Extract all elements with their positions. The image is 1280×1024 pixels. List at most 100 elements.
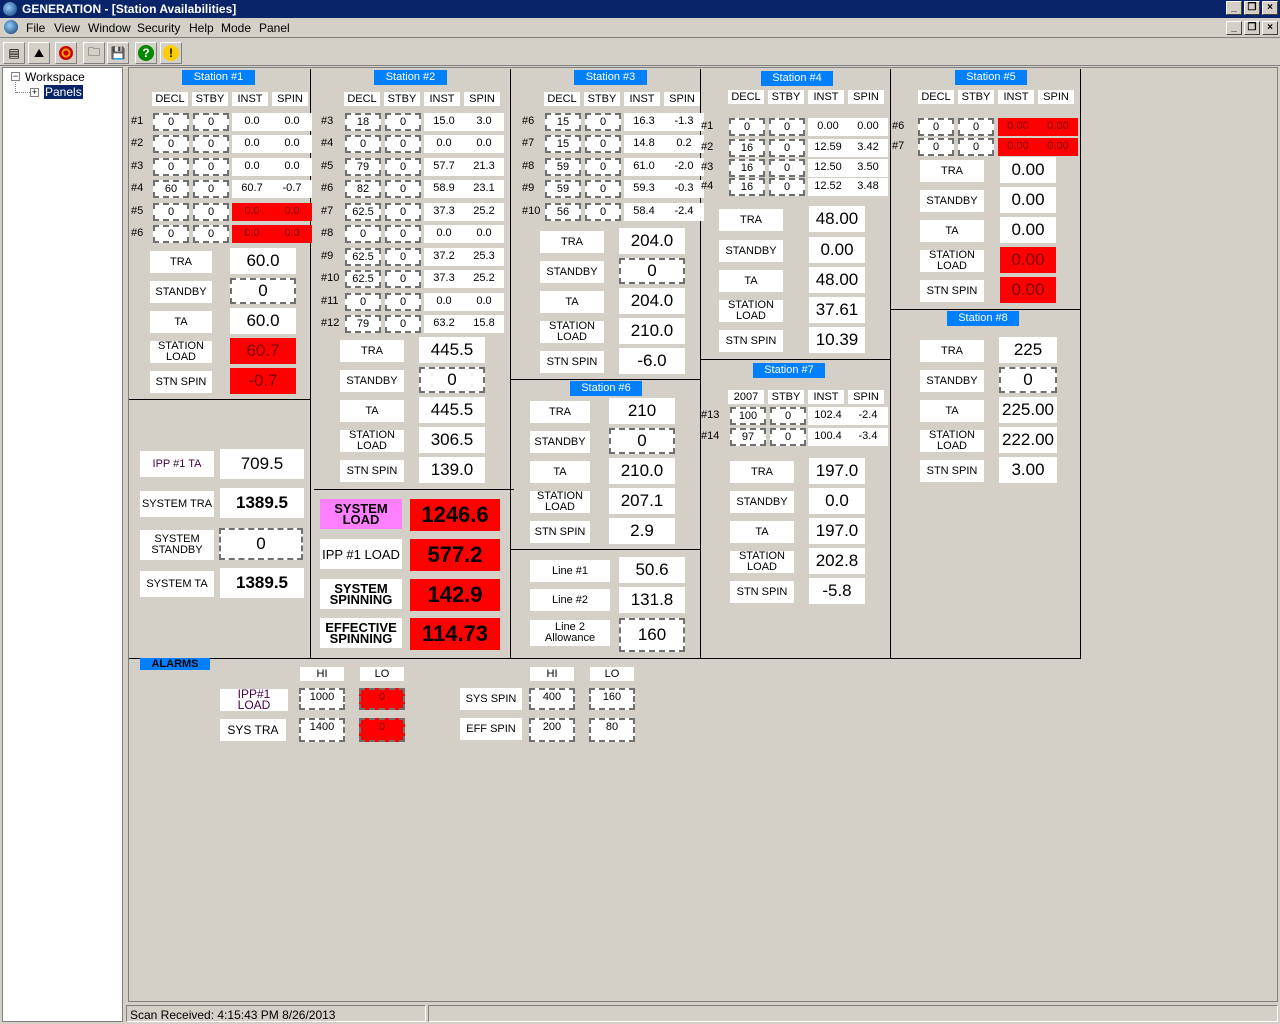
- alarm-eff-lo-field[interactable]: 80: [589, 718, 635, 742]
- child-minimize-button[interactable]: _: [1226, 21, 1242, 35]
- menu-mode[interactable]: Mode: [221, 21, 251, 35]
- alarm-tra-lo-field[interactable]: 0: [359, 718, 405, 742]
- menu-view[interactable]: View: [54, 21, 80, 35]
- help-icon[interactable]: ?: [135, 42, 157, 64]
- workspace-icon[interactable]: ▤: [3, 42, 25, 64]
- restore-button[interactable]: ❐: [1244, 1, 1260, 15]
- unit-stby-field[interactable]: 0: [193, 113, 229, 131]
- menu-help[interactable]: Help: [189, 21, 214, 35]
- station6-standby-value[interactable]: 0: [609, 428, 675, 454]
- menu-file[interactable]: File: [26, 21, 45, 35]
- unit-stby-field[interactable]: 0: [193, 135, 229, 153]
- unit-decl-field[interactable]: 62.5: [345, 203, 381, 221]
- unit-decl-field[interactable]: 59: [545, 158, 581, 176]
- chart-icon[interactable]: ⛰: [28, 42, 50, 64]
- unit-decl-field[interactable]: 79: [345, 315, 381, 333]
- target-icon[interactable]: [55, 42, 77, 64]
- child-close-button[interactable]: ×: [1262, 21, 1278, 35]
- open-folder-icon[interactable]: 🗀: [83, 42, 105, 64]
- unit-decl-field[interactable]: 15: [545, 113, 581, 131]
- unit-decl-field[interactable]: 0: [345, 135, 381, 153]
- tree-item-panels[interactable]: Panels: [43, 84, 84, 100]
- alarm-spin-hi-field[interactable]: 400: [529, 688, 575, 710]
- station2-standby-value[interactable]: 0: [419, 367, 485, 393]
- unit-decl-field[interactable]: 0: [153, 135, 189, 153]
- save-icon[interactable]: 💾: [107, 42, 129, 64]
- unit-stby-field[interactable]: 0: [769, 159, 805, 177]
- menu-security[interactable]: Security: [137, 21, 180, 35]
- alarm-ipp-lo-field[interactable]: 0: [359, 688, 405, 710]
- unit-stby-field[interactable]: 0: [585, 158, 621, 176]
- unit-stby-field[interactable]: 0: [585, 135, 621, 153]
- child-app-icon[interactable]: [4, 20, 18, 34]
- menu-panel[interactable]: Panel: [259, 21, 290, 35]
- line2-allowance-value[interactable]: 160: [619, 618, 685, 652]
- close-button[interactable]: ×: [1262, 1, 1278, 15]
- unit-stby-field[interactable]: 0: [585, 180, 621, 198]
- unit-decl-field[interactable]: 15: [545, 135, 581, 153]
- unit-stby-field[interactable]: 0: [958, 118, 994, 136]
- minimize-button[interactable]: _: [1226, 1, 1242, 15]
- tree-root-workspace[interactable]: Workspace: [25, 70, 85, 84]
- unit-stby-field[interactable]: 0: [193, 203, 229, 221]
- unit-stby-field[interactable]: 0: [385, 113, 421, 131]
- unit-stby-field[interactable]: 0: [769, 139, 805, 157]
- unit-stby-field[interactable]: 0: [769, 178, 805, 196]
- menu-window[interactable]: Window: [88, 21, 131, 35]
- unit-decl-field[interactable]: 62.5: [345, 270, 381, 288]
- unit-stby-field[interactable]: 0: [193, 158, 229, 176]
- unit-stby-field[interactable]: 0: [769, 118, 805, 136]
- unit-decl-field[interactable]: 60: [153, 180, 189, 198]
- warning-icon[interactable]: !: [160, 42, 182, 64]
- unit-decl-field[interactable]: 59: [545, 180, 581, 198]
- station1-standby-value[interactable]: 0: [230, 278, 296, 304]
- station4-standby-value[interactable]: 0.00: [809, 237, 865, 263]
- unit-stby-field[interactable]: 0: [585, 203, 621, 221]
- unit-stby-field[interactable]: 0: [193, 225, 229, 243]
- unit-decl-field[interactable]: 62.5: [345, 248, 381, 266]
- unit-stby-field[interactable]: 0: [385, 293, 421, 311]
- unit-decl-field[interactable]: 0: [153, 225, 189, 243]
- unit-decl-field[interactable]: 97: [730, 428, 766, 446]
- collapse-icon[interactable]: −: [11, 72, 20, 81]
- station5-standby-value[interactable]: 0.00: [1000, 187, 1056, 213]
- expand-icon[interactable]: +: [30, 88, 39, 97]
- unit-stby-field[interactable]: 0: [385, 225, 421, 243]
- station7-standby-value[interactable]: 0.0: [809, 488, 865, 514]
- station8-standby-value[interactable]: 0: [999, 367, 1057, 393]
- alarm-tra-hi-field[interactable]: 1400: [299, 718, 345, 742]
- unit-stby-field[interactable]: 0: [385, 135, 421, 153]
- unit-stby-field[interactable]: 0: [385, 315, 421, 333]
- unit-decl-field[interactable]: 0: [729, 118, 765, 136]
- system-standby-value[interactable]: 0: [219, 528, 303, 560]
- unit-decl-field[interactable]: 0: [918, 138, 954, 156]
- unit-stby-field[interactable]: 0: [770, 407, 806, 425]
- unit-decl-field[interactable]: 0: [153, 158, 189, 176]
- unit-stby-field[interactable]: 0: [193, 180, 229, 198]
- unit-stby-field[interactable]: 0: [385, 270, 421, 288]
- unit-decl-field[interactable]: 0: [918, 118, 954, 136]
- unit-stby-field[interactable]: 0: [770, 428, 806, 446]
- unit-decl-field[interactable]: 18: [345, 113, 381, 131]
- unit-decl-field[interactable]: 0: [153, 113, 189, 131]
- unit-decl-field[interactable]: 16: [729, 159, 765, 177]
- station3-standby-value[interactable]: 0: [619, 258, 685, 284]
- alarm-spin-lo-field[interactable]: 160: [589, 688, 635, 710]
- alarm-ipp-hi-field[interactable]: 1000: [299, 688, 345, 710]
- unit-stby-field[interactable]: 0: [385, 248, 421, 266]
- unit-stby-field[interactable]: 0: [385, 203, 421, 221]
- unit-decl-field[interactable]: 0: [345, 293, 381, 311]
- child-restore-button[interactable]: ❐: [1244, 21, 1260, 35]
- unit-decl-field[interactable]: 100: [730, 407, 766, 425]
- alarm-eff-hi-field[interactable]: 200: [529, 718, 575, 742]
- unit-decl-field[interactable]: 82: [345, 180, 381, 198]
- unit-decl-field[interactable]: 56: [545, 203, 581, 221]
- unit-decl-field[interactable]: 0: [345, 225, 381, 243]
- unit-stby-field[interactable]: 0: [958, 138, 994, 156]
- unit-decl-field[interactable]: 0: [153, 203, 189, 221]
- unit-stby-field[interactable]: 0: [385, 180, 421, 198]
- unit-decl-field[interactable]: 16: [729, 178, 765, 196]
- unit-stby-field[interactable]: 0: [585, 113, 621, 131]
- unit-decl-field[interactable]: 79: [345, 158, 381, 176]
- unit-stby-field[interactable]: 0: [385, 158, 421, 176]
